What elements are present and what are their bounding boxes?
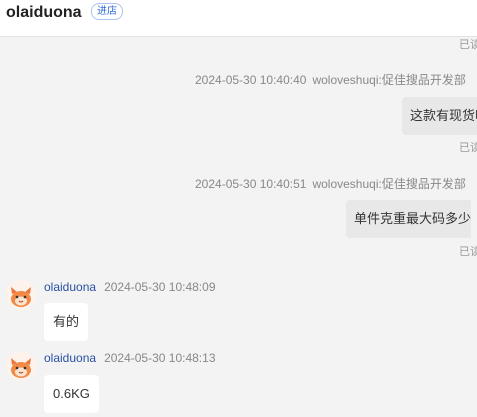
chat-header: olaiduona 进店	[0, 0, 477, 37]
message-timestamp: 2024-05-30 10:40:51	[195, 177, 307, 191]
shop-name[interactable]: olaiduona	[6, 2, 82, 24]
message-timestamp: 2024-05-30 10:40:40	[195, 73, 307, 87]
read-status: 已读	[459, 142, 477, 154]
message-bubble-outgoing[interactable]: 单件克重最大码多少	[346, 200, 472, 238]
read-status: 已读	[459, 39, 477, 51]
avatar[interactable]	[6, 280, 36, 310]
message-sender: woloveshuqi:促佳搜品开发部	[312, 177, 466, 191]
enter-shop-button[interactable]: 进店	[91, 3, 123, 20]
message-sender[interactable]: olaiduona	[44, 280, 96, 294]
message-sender[interactable]: olaiduona	[44, 351, 96, 365]
message-sender: woloveshuqi:促佳搜品开发部	[312, 73, 466, 87]
message-timestamp: 2024-05-30 10:48:13	[104, 351, 216, 365]
read-status: 已读	[459, 246, 477, 258]
avatar[interactable]	[6, 351, 36, 381]
message-meta: 2024-05-30 10:40:40 woloveshuqi:促佳搜品开发部	[195, 73, 466, 87]
message-timestamp: 2024-05-30 10:48:09	[104, 280, 216, 294]
tmall-cat-avatar-icon	[11, 358, 31, 378]
tmall-cat-avatar-icon	[11, 287, 31, 307]
message-meta: olaiduona 2024-05-30 10:48:09	[44, 280, 216, 294]
message-bubble-incoming[interactable]: 0.6KG	[44, 375, 99, 413]
message-bubble-outgoing[interactable]: 这款有现货吗	[402, 97, 477, 135]
message-meta: olaiduona 2024-05-30 10:48:13	[44, 351, 216, 365]
chat-history[interactable]: 已读 2024-05-30 10:40:40 woloveshuqi:促佳搜品开发…	[0, 37, 477, 417]
message-bubble-incoming[interactable]: 有的	[44, 303, 89, 341]
message-meta: 2024-05-30 10:40:51 woloveshuqi:促佳搜品开发部	[195, 177, 466, 191]
